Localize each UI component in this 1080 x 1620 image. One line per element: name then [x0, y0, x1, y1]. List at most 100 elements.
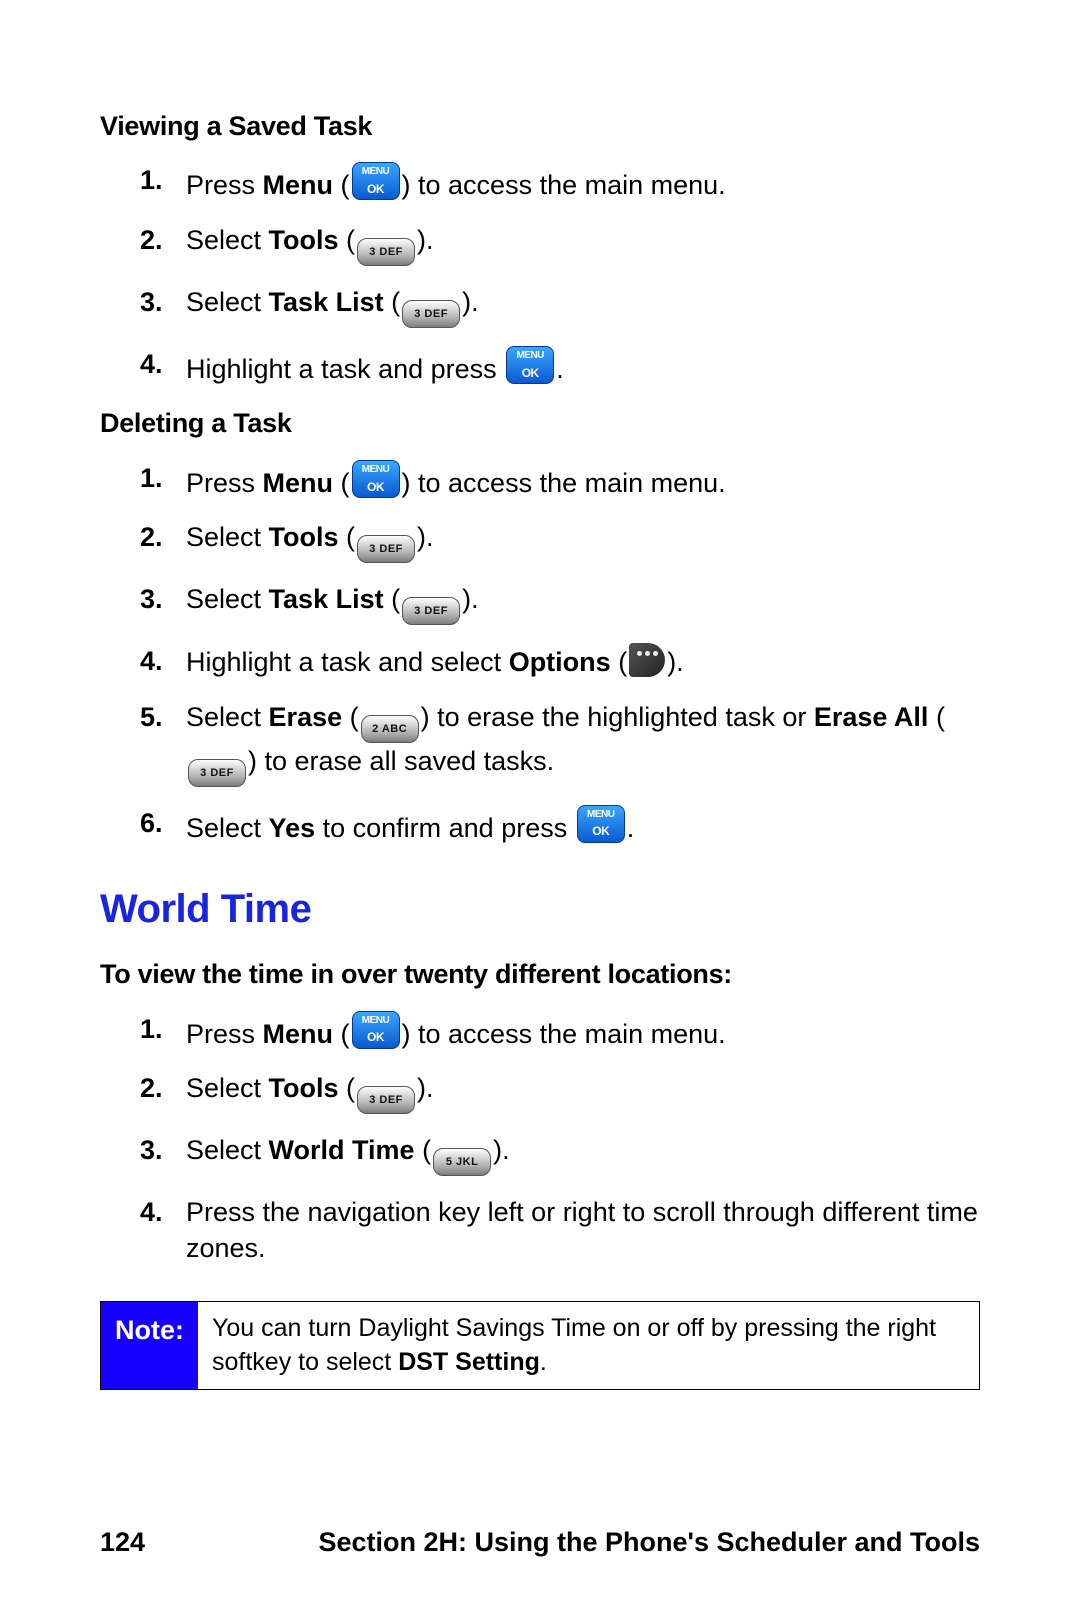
key-3-icon: 3 DEF	[357, 238, 415, 266]
step-text: ) to erase all saved tasks.	[248, 746, 554, 776]
list-item: Press the navigation key left or right t…	[186, 1194, 980, 1267]
step-text: Press	[186, 170, 263, 200]
note-text-part: You can turn Daylight Savings Time on or…	[212, 1314, 936, 1376]
step-text: Select	[186, 287, 269, 317]
step-text: (	[415, 1135, 432, 1165]
steps-deleting: Press Menu (MENUOK) to access the main m…	[100, 460, 980, 846]
key-3-icon: 3 DEF	[357, 1086, 415, 1114]
footer-section-title: Section 2H: Using the Phone's Scheduler …	[318, 1524, 980, 1560]
step-bold: Yes	[269, 813, 316, 843]
step-text: ).	[417, 225, 434, 255]
step-text: (	[339, 1073, 356, 1103]
icon-label: MENU	[353, 1014, 399, 1028]
icon-label: MENU	[507, 349, 553, 363]
list-item: Highlight a task and press MENUOK.	[186, 346, 980, 387]
step-text: to confirm and press	[315, 813, 575, 843]
icon-label: OK	[353, 1029, 399, 1045]
step-bold: Erase All	[814, 702, 929, 732]
list-item: Select Task List (3 DEF).	[186, 284, 980, 328]
subheading-world-intro: To view the time in over twenty differen…	[100, 956, 980, 992]
step-text: ) to erase the highlighted task or	[421, 702, 814, 732]
step-text: Select	[186, 522, 269, 552]
step-text: Select	[186, 225, 269, 255]
step-text: Select	[186, 1073, 269, 1103]
menu-ok-icon: MENU OK	[352, 460, 400, 498]
step-text: ).	[462, 584, 479, 614]
step-text: Select	[186, 1135, 269, 1165]
step-bold: Task List	[269, 287, 384, 317]
list-item: Highlight a task and select Options ().	[186, 643, 980, 680]
step-bold: World Time	[269, 1135, 415, 1165]
menu-ok-icon: MENUOK	[352, 1011, 400, 1049]
steps-world-time: Press Menu (MENUOK) to access the main m…	[100, 1011, 980, 1267]
list-item: Select Tools (3 DEF).	[186, 1070, 980, 1114]
menu-ok-icon: MENUOK	[577, 805, 625, 843]
step-text: (	[342, 702, 359, 732]
step-text: ).	[462, 287, 479, 317]
icon-label: OK	[353, 479, 399, 495]
step-text: ) to access the main menu.	[402, 1019, 726, 1049]
note-box: Note: You can turn Daylight Savings Time…	[100, 1301, 980, 1391]
key-2-icon: 2 ABC	[361, 715, 419, 743]
step-text: .	[556, 354, 564, 384]
menu-ok-icon: MENU OK	[352, 162, 400, 200]
key-3-icon: 3 DEF	[402, 300, 460, 328]
step-bold: Menu	[263, 1019, 334, 1049]
step-text: ).	[493, 1135, 510, 1165]
step-text: Press	[186, 468, 263, 498]
step-text: (	[333, 1019, 350, 1049]
step-text: (	[384, 584, 401, 614]
step-bold: Menu	[263, 170, 334, 200]
step-text: Select	[186, 702, 269, 732]
page-footer: 124 Section 2H: Using the Phone's Schedu…	[100, 1524, 980, 1560]
note-text-bold: DST Setting	[398, 1348, 540, 1376]
step-text: ).	[667, 647, 684, 677]
step-bold: Tools	[269, 522, 339, 552]
section-title-world-time: World Time	[100, 882, 980, 936]
step-text: Press the navigation key left or right t…	[186, 1197, 978, 1263]
list-item: Press Menu (MENUOK) to access the main m…	[186, 460, 980, 501]
list-item: Select World Time (5 JKL).	[186, 1132, 980, 1176]
list-item: Select Tools (3 DEF).	[186, 519, 980, 563]
list-item: Press Menu (MENUOK) to access the main m…	[186, 1011, 980, 1052]
step-bold: Tools	[269, 1073, 339, 1103]
step-text: (	[611, 647, 628, 677]
icon-label: OK	[578, 823, 624, 839]
step-text: (	[333, 170, 350, 200]
key-3-icon: 3 DEF	[357, 535, 415, 563]
subheading-viewing: Viewing a Saved Task	[100, 108, 980, 144]
step-bold: Options	[509, 647, 611, 677]
step-text: ).	[417, 522, 434, 552]
step-text: (	[333, 468, 350, 498]
key-5-icon: 5 JKL	[433, 1148, 491, 1176]
icon-label: MENU	[578, 808, 624, 822]
icon-label: MENU	[353, 463, 399, 477]
step-text: ).	[417, 1073, 434, 1103]
step-text: (	[384, 287, 401, 317]
step-text: Select	[186, 813, 269, 843]
note-text: You can turn Daylight Savings Time on or…	[198, 1302, 979, 1390]
step-text: Select	[186, 584, 269, 614]
icon-label: OK	[353, 181, 399, 197]
icon-label: MENU	[353, 165, 399, 179]
options-softkey-icon	[629, 643, 665, 677]
icon-label: OK	[507, 365, 553, 381]
step-bold: Tools	[269, 225, 339, 255]
list-item: Press Menu (MENU OK) to access the main m…	[186, 162, 980, 203]
step-bold: Menu	[263, 468, 334, 498]
steps-viewing: Press Menu (MENUOK) to access the main m…	[100, 162, 980, 387]
page-number: 124	[100, 1524, 145, 1560]
step-text: .	[627, 813, 635, 843]
step-text: (	[928, 702, 945, 732]
step-text: (	[339, 225, 356, 255]
list-item: Select Erase (2 ABC) to erase the highli…	[186, 699, 980, 787]
key-3-icon: 3 DEF	[402, 597, 460, 625]
step-text: (	[339, 522, 356, 552]
list-item: Select Tools (3 DEF).	[186, 222, 980, 266]
manual-page: Viewing a Saved Task Press Menu (MENUOK)…	[0, 0, 1080, 1620]
step-bold: Erase	[269, 702, 343, 732]
note-text-part: .	[540, 1348, 547, 1376]
step-bold: Task List	[269, 584, 384, 614]
step-text: ) to access the main menu.	[402, 170, 726, 200]
list-item: Select Task List (3 DEF).	[186, 581, 980, 625]
